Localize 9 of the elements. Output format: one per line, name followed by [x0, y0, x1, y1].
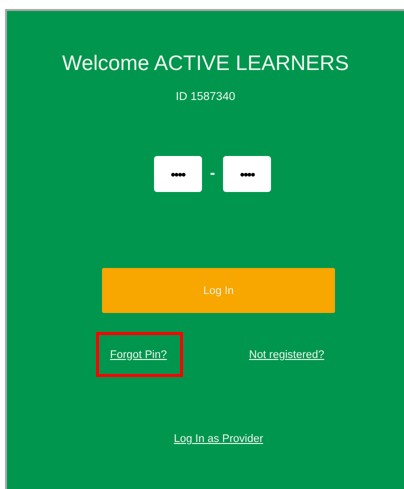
login-button[interactable]: Log In [102, 268, 335, 313]
forgot-pin-link[interactable]: Forgot Pin? [110, 348, 167, 360]
pin-separator: - [210, 165, 216, 183]
provider-login-link[interactable]: Log In as Provider [174, 433, 264, 445]
pin-field[interactable]: •••• [223, 156, 272, 192]
register-link[interactable]: Not registered? [249, 348, 324, 360]
pin-field[interactable]: •••• [154, 156, 202, 192]
user-id: ID 1587340 [176, 90, 236, 104]
welcome-title: Welcome ACTIVE LEARNERS [62, 52, 349, 76]
